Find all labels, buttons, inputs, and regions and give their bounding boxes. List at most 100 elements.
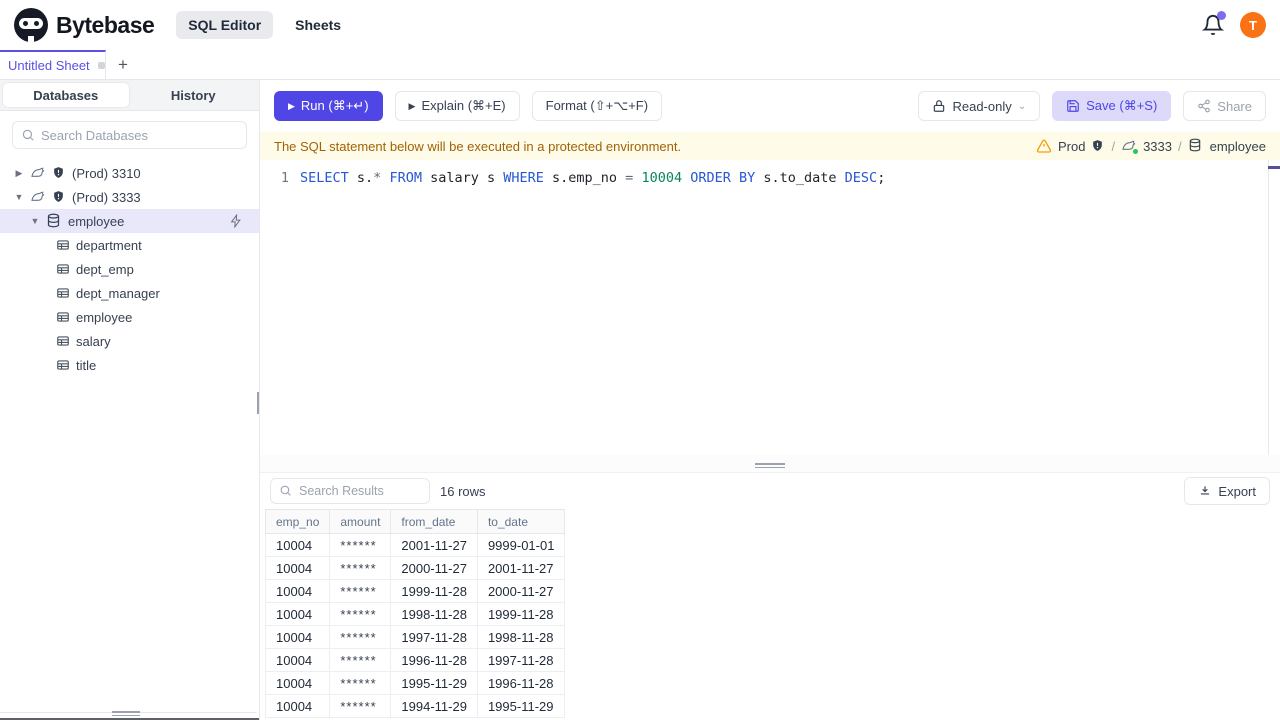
database-search[interactable] [12,121,247,149]
column-header-amount[interactable]: amount [329,509,392,534]
result-header-row: emp_no amount from_date to_date [264,509,566,534]
table-row[interactable]: 10004 ****** 1996-11-28 1997-11-28 [264,648,566,672]
table-cell: ****** [329,671,392,695]
table-row[interactable]: 10004 ****** 1997-11-28 1998-11-28 [264,625,566,649]
chevron-down-icon[interactable]: ▼ [30,216,40,226]
table-row[interactable]: 10004 ****** 2000-11-27 2001-11-27 [264,556,566,580]
sheet-tab-untitled[interactable]: Untitled Sheet [0,50,106,79]
table-cell: 10004 [264,579,331,603]
database-tree: ▶ (Prod) 3310 ▼ (Prod) 3333 ▼ employee d… [0,161,259,377]
environment-shield-icon [52,190,66,204]
lightning-icon[interactable] [229,214,243,228]
table-cell: ****** [329,648,392,672]
table-row[interactable]: 10004 ****** 1994-11-29 1995-11-29 [264,694,566,718]
instance-row-3333[interactable]: ▼ (Prod) 3333 [0,185,259,209]
table-cell: ****** [329,533,392,557]
sidebar-panel-drag-handle[interactable] [112,709,140,718]
instance-label[interactable]: 3333 [1143,139,1172,154]
table-name: employee [76,309,133,325]
sheet-tab-bar: Untitled Sheet + [0,50,1280,80]
environment-shield-icon [1091,139,1105,153]
save-button[interactable]: Save (⌘+S) [1052,91,1172,121]
column-header-emp_no[interactable]: emp_no [264,509,331,534]
app-header: Bytebase SQL Editor Sheets T [0,0,1280,50]
column-header-to_date[interactable]: to_date [476,509,566,534]
avatar[interactable]: T [1240,12,1266,38]
editor-scrollbar[interactable] [1268,160,1280,455]
chevron-down-icon[interactable]: ▼ [14,192,24,202]
environment-label: Prod [1057,138,1086,154]
chevron-right-icon[interactable]: ▶ [14,168,24,179]
chevron-down-icon: ⌄ [1017,100,1027,112]
database-search-input[interactable] [41,127,238,143]
table-icon [56,286,70,300]
table-cell: 10004 [264,648,331,672]
table-cell: 1996-11-28 [476,671,566,695]
table-list: department dept_emp dept_manager employe… [0,233,259,377]
table-row[interactable]: 10004 ****** 1999-11-28 2000-11-27 [264,579,566,603]
database-icon [46,213,62,229]
results-search[interactable] [270,478,430,504]
table-cell: ****** [329,694,392,718]
format-button[interactable]: Format (⇧+⌥+F) [531,91,663,121]
play-icon: ▶ [288,100,295,111]
table-cell: 1995-11-29 [476,694,566,718]
connection-breadcrumb: Prod / 3333 / employee [1036,138,1266,154]
result-table: emp_no amount from_date to_date 10004 ******… [264,509,566,718]
play-icon: ▶ [408,100,416,111]
table-row[interactable]: 10004 ****** 2001-11-27 9999-01-01 [264,533,566,557]
table-cell: 2001-11-27 [476,556,566,580]
share-button[interactable]: Share [1183,91,1266,121]
table-cell: 1997-11-28 [476,648,566,672]
table-cell: ****** [329,579,392,603]
bytebase-logo[interactable]: Bytebase [14,8,155,42]
sidebar-table-item[interactable]: title [0,353,259,377]
new-sheet-button[interactable]: + [106,50,140,79]
sidebar-table-item[interactable]: employee [0,305,259,329]
split-drag-handle[interactable] [755,461,785,470]
table-cell: 1996-11-28 [390,648,478,672]
instance-label: (Prod) 3310 [72,165,141,181]
protected-environment-banner: The SQL statement below will be executed… [260,132,1280,160]
explain-button[interactable]: ▶ Explain (⌘+E) [394,91,520,121]
table-name: salary [76,333,111,349]
table-cell: 10004 [264,533,331,557]
table-cell: ****** [329,625,392,649]
table-row[interactable]: 10004 ****** 1998-11-28 1999-11-28 [264,602,566,626]
export-button[interactable]: Export [1184,477,1270,505]
search-icon [21,128,35,142]
instance-row-3310[interactable]: ▶ (Prod) 3310 [0,161,259,185]
table-icon [56,262,70,276]
notifications-button[interactable] [1202,11,1226,36]
app-nav: SQL Editor Sheets [176,11,353,39]
run-button[interactable]: ▶ Run (⌘+↵) [274,91,383,121]
results-search-input[interactable] [299,484,421,498]
sidebar-table-item[interactable]: dept_manager [0,281,259,305]
table-cell: 1995-11-29 [390,671,478,695]
table-name: dept_emp [76,261,134,277]
sidebar-table-item[interactable]: department [0,233,259,257]
database-label[interactable]: employee [1210,139,1266,154]
sidebar-table-item[interactable]: dept_emp [0,257,259,281]
tab-history[interactable]: History [131,83,257,107]
code-line: 1 SELECT s.* FROM salary s WHERE s.emp_n… [260,160,1280,188]
table-cell: 1994-11-29 [390,694,478,718]
column-header-from_date[interactable]: from_date [390,509,478,534]
table-row[interactable]: 10004 ****** 1995-11-29 1996-11-28 [264,671,566,695]
table-cell: 2000-11-27 [390,556,478,580]
readonly-mode-dropdown[interactable]: Read-only ⌄ [918,91,1041,121]
tab-databases[interactable]: Databases [3,83,129,107]
sql-statement[interactable]: SELECT s.* FROM salary s WHERE s.emp_no … [300,169,885,188]
row-count: 16 rows [440,483,486,499]
line-number: 1 [280,170,289,186]
panel-split-divider[interactable] [260,455,1280,472]
nav-sheets[interactable]: Sheets [283,11,353,39]
sql-editor[interactable]: 1 SELECT s.* FROM salary s WHERE s.emp_n… [260,160,1280,455]
database-row-employee[interactable]: ▼ employee [0,209,259,233]
nav-sql-editor[interactable]: SQL Editor [176,11,274,39]
mysql-icon [1121,138,1139,154]
sidebar-table-item[interactable]: salary [0,329,259,353]
table-cell: 10004 [264,671,331,695]
mysql-icon [30,165,46,181]
table-cell: ****** [329,556,392,580]
